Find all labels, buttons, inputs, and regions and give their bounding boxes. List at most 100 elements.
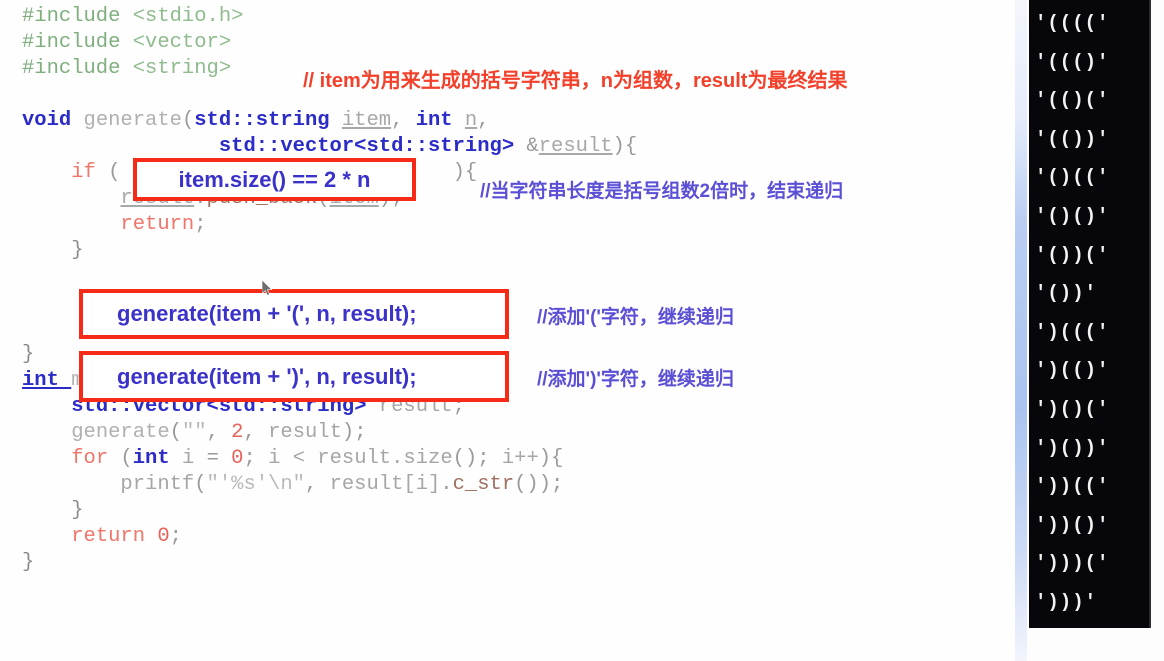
annotation-close-bracket-comment: //添加')'字符，继续递归 <box>537 369 734 390</box>
console-output-line: '((((' <box>1035 12 1110 34</box>
highlight-box-recurse-close: generate(item + ')', n, result); <box>79 351 509 402</box>
code-token: printf <box>120 473 195 496</box>
code-token: > <box>501 135 527 158</box>
code-token: item <box>341 109 392 132</box>
code-token: std::vector <box>218 135 355 158</box>
code-token: generate <box>71 421 170 444</box>
code-line: } <box>22 238 84 264</box>
code-token: c_str <box>452 473 515 496</box>
code-token: int <box>132 447 182 470</box>
code-token: , <box>391 109 416 132</box>
highlight-box-recurse-open: generate(item + '(', n, result); <box>79 289 509 339</box>
code-token: ( <box>169 421 182 444</box>
console-output-line: '(())' <box>1035 127 1110 150</box>
code-token: void <box>22 109 84 132</box>
code-line: #include <string> <box>22 56 231 82</box>
code-line: } <box>22 498 84 524</box>
code-line: } <box>22 550 34 576</box>
code-token: ( <box>181 109 195 132</box>
code-token: } <box>22 499 84 522</box>
console-output-line: ')(((' <box>1035 320 1110 343</box>
code-token: "'%s'\n" <box>206 473 305 496</box>
console-output-line: ')))' <box>1035 591 1098 613</box>
console-output-line: '))((' <box>1035 475 1110 498</box>
code-token: return <box>71 525 158 548</box>
code-token: n <box>464 109 478 132</box>
code-token: if <box>71 161 96 184</box>
code-token: result <box>268 421 342 444</box>
code-token: 0 <box>157 525 170 548</box>
code-line: printf("'%s'\n", result[i].c_str()); <box>22 472 563 498</box>
highlight-condition-text: item.size() == 2 * n <box>178 166 371 192</box>
code-token: , <box>477 109 490 132</box>
code-token: <string> <box>132 57 232 80</box>
code-line: return; <box>22 212 206 238</box>
code-token: #include <box>22 57 133 80</box>
console-output-line: ')()(' <box>1035 398 1110 420</box>
code-token: int <box>415 109 465 132</box>
code-token: return <box>120 213 195 236</box>
code-token: } <box>22 551 35 574</box>
code-token: ; <box>243 447 269 470</box>
code-token: <vector> <box>132 31 232 54</box>
console-output-line: ')))(' <box>1035 552 1110 575</box>
code-token: & <box>526 135 539 158</box>
code-line: for (int i = 0; i < result.size(); i++){ <box>22 446 563 472</box>
code-token: } <box>22 239 84 262</box>
code-token: result[i] <box>329 473 441 496</box>
code-token: #include <box>22 5 133 28</box>
code-token: , <box>304 473 330 496</box>
code-line: } <box>22 342 34 368</box>
editor-scrollbar[interactable] <box>1015 0 1027 661</box>
highlight-recurse-close-text: generate(item + ')', n, result); <box>117 363 417 389</box>
console-output-panel[interactable]: '((((' '((()' '(()(' '(())' '()((' '()()' '())… <box>1029 0 1151 628</box>
console-output-line: '(()(' <box>1035 89 1110 112</box>
code-token: <stdio.h> <box>132 5 244 28</box>
code-line: generate("", 2, result); <box>22 420 367 446</box>
code-token: ; <box>169 525 182 548</box>
code-token: i <box>181 447 207 470</box>
console-output-line: '())(' <box>1035 243 1110 266</box>
code-token: #include <box>22 31 133 54</box>
console-output-line: '()()' <box>1035 205 1110 227</box>
annotation-open-bracket-comment: //添加'('字符，继续递归 <box>537 307 734 328</box>
code-token: ){ <box>452 161 478 184</box>
code-token: ){ <box>612 135 638 158</box>
code-token: ( <box>194 473 207 496</box>
code-token: int <box>22 369 72 392</box>
annotation-header-comment: // item为用来生成的括号字符串，n为组数，result为最终结果 <box>303 70 848 92</box>
code-token: result <box>538 135 613 158</box>
code-token: . <box>440 473 453 496</box>
code-line: std::vector<std::string> &result){ <box>22 134 637 160</box>
code-token: generate <box>83 109 182 132</box>
code-line: #include <vector> <box>22 30 231 56</box>
code-token: , <box>243 421 269 444</box>
code-token: std::string <box>366 135 502 158</box>
code-token: ()); <box>514 473 564 496</box>
code-token: "" <box>181 421 207 444</box>
highlight-box-condition: item.size() == 2 * n <box>133 158 416 201</box>
console-output-line: ')(()' <box>1035 359 1110 382</box>
code-line: return 0; <box>22 524 182 550</box>
code-token: for <box>71 447 109 470</box>
code-token: } <box>22 343 35 366</box>
code-token: ); <box>341 421 367 444</box>
code-token: 0 <box>231 447 244 470</box>
code-token: (); <box>452 447 502 470</box>
code-token: < <box>354 135 367 158</box>
console-output-line: '))()' <box>1035 513 1110 536</box>
code-token: i++ <box>501 447 539 470</box>
code-line: void generate(std::string item, int n, <box>22 108 490 134</box>
code-token: ){ <box>538 447 564 470</box>
code-token: = <box>206 447 232 470</box>
code-line: #include <stdio.h> <box>22 4 243 30</box>
console-output-line: '()((' <box>1035 166 1110 189</box>
code-token: ( <box>95 161 121 184</box>
